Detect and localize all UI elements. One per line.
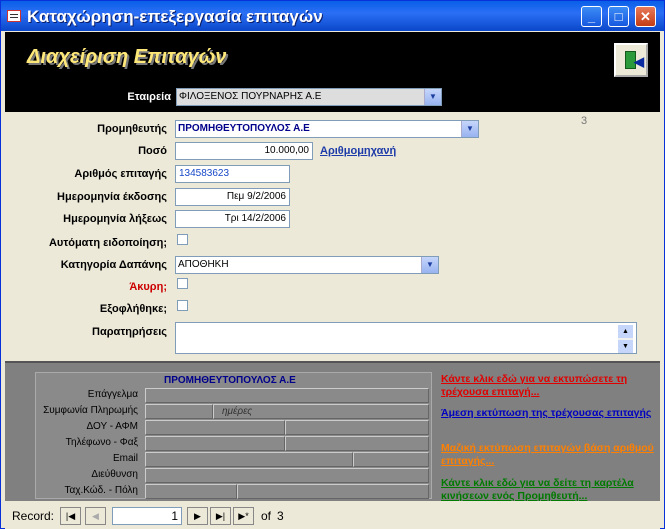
supplier-value: ΠΡΟΜΗΘΕΥΤΟΠΟΥΛΟΣ Α.Ε [178,123,310,134]
new-record-icon: ▶* [238,511,249,521]
new-record-button[interactable]: ▶* [233,507,254,525]
supplier-info-title: ΠΡΟΜΗΘΕΥΤΟΠΟΥΛΟΣ Α.Ε [164,375,296,386]
minimize-button[interactable]: _ [581,6,602,27]
previous-record-icon: ◀ [92,511,99,521]
first-record-icon: |◀ [65,511,76,521]
chevron-down-icon[interactable]: ▼ [461,121,478,137]
record-label: Record: [12,509,55,523]
record-total: 3 [277,509,284,523]
auto-notify-label: Αυτόματη ειδοποίηση; [48,237,167,249]
supplier-label: Προμηθευτής [97,123,167,135]
supplier-card-link[interactable]: Κάντε κλικ εδώ για να δείτε τη καρτέλα κ… [441,477,661,503]
info-label: Επάγγελμα [87,389,138,400]
maximize-icon: □ [614,9,623,24]
record-id: 3 [581,115,588,127]
title-bar: Καταχώρηση-επεξεργασία επιταγών _ □ ✕ [1,1,664,31]
category-select[interactable]: ΑΠΟΘΗΚΗ ▼ [175,256,439,274]
info-value-email [145,452,353,467]
minimize-icon: _ [587,9,596,24]
chevron-down-icon[interactable]: ▼ [424,89,441,105]
previous-record-button[interactable]: ◀ [85,507,106,525]
form-footer: ΠΡΟΜΗΘΕΥΤΟΠΟΥΛΟΣ Α.Ε Επάγγελμα Συμφωνία … [5,361,661,503]
scroll-up-icon[interactable]: ▲ [618,325,633,338]
info-value-profession [145,388,429,403]
app-window: Καταχώρηση-επεξεργασία επιταγών _ □ ✕ Δι… [0,0,665,529]
company-label: Εταιρεία [127,91,171,103]
info-value-afm [285,420,429,435]
info-value-postal-code [145,484,237,499]
form-header: Διαχείριση Επιταγών ◀ Εταιρεία ΦΙΛΟΞΕΝΟΣ… [5,32,660,112]
info-value-doy [145,420,285,435]
next-record-button[interactable]: ▶ [187,507,208,525]
void-label: Άκυρη; [129,281,167,293]
info-value-phone [145,436,285,451]
close-button[interactable]: ✕ [635,6,656,27]
info-row: Διεύθυνση [36,468,433,483]
info-value-address [145,468,429,483]
category-label: Κατηγορία Δαπάνης [60,259,167,271]
expiry-date-label: Ημερομηνία λήξεως [63,213,167,225]
print-current-link[interactable]: Κάντε κλικ εδώ για να εκτυπώσετε τη τρέχ… [441,373,661,399]
form-title: Διαχείριση Επιταγών [27,46,227,68]
check-number-label: Αριθμός επιταγής [74,168,167,180]
bulk-print-link[interactable]: Μαζική εκτύπωση επιταγών βάση αριθμού επ… [441,442,661,468]
company-value: ΦΙΛΟΞΕΝΟΣ ΠΟΥΡΝΑΡΗΣ Α.Ε [179,91,322,102]
info-label: Τηλέφωνο - Φαξ [65,437,138,448]
exit-arrow-icon: ◀ [634,54,644,69]
last-record-icon: ▶| [215,511,226,521]
maximize-button[interactable]: □ [608,6,629,27]
issue-date-label: Ημερομηνία έκδοσης [57,191,167,203]
info-label: Email [112,453,138,464]
info-row: Επάγγελμα [36,388,433,403]
paid-label: Εξοφλήθηκε; [99,303,167,315]
close-icon: ✕ [640,9,651,24]
void-checkbox[interactable] [177,278,188,289]
info-row: ΔΟΥ - ΑΦΜ [36,420,433,435]
notes-label: Παρατηρήσεις [92,326,167,338]
info-value-payment-days [145,404,213,419]
record-navigation-bar: Record: |◀ ◀ 1 ▶ ▶| ▶* of 3 [5,501,660,529]
info-row: Τηλέφωνο - Φαξ [36,436,433,451]
info-label: ΔΟΥ - ΑΦΜ [86,421,138,432]
notes-field[interactable]: ▲ ▼ [175,322,637,354]
expiry-date-field[interactable]: Τρι 14/2/2006 [175,210,290,228]
last-record-button[interactable]: ▶| [210,507,231,525]
info-row: Email [36,452,433,467]
notes-scrollbar[interactable]: ▲ ▼ [618,325,633,353]
auto-notify-checkbox[interactable] [177,234,188,245]
next-record-icon: ▶ [194,511,201,521]
direct-print-link[interactable]: Άμεση εκτύπωση της τρέχουσας επιταγής [441,407,661,420]
exit-button[interactable]: ◀ [614,43,648,77]
info-label: Συμφωνία Πληρωμής [43,405,138,416]
info-value-fax [285,436,429,451]
amount-field[interactable]: 10.000,00 [175,142,313,160]
info-row: Ταχ.Κώδ. - Πόλη [36,484,433,499]
issue-date-field[interactable]: Πεμ 9/2/2006 [175,188,290,206]
category-value: ΑΠΟΘΗΚΗ [178,259,229,270]
info-label: Ταχ.Κώδ. - Πόλη [64,485,138,496]
window-title: Καταχώρηση-επεξεργασία επιταγών [27,7,323,26]
paid-checkbox[interactable] [177,300,188,311]
record-of-text: of [261,509,272,523]
supplier-select[interactable]: ΠΡΟΜΗΘΕΥΤΟΠΟΥΛΟΣ Α.Ε ▼ [175,120,479,138]
info-row: Συμφωνία Πληρωμής ημέρες [36,404,433,419]
info-label: Διεύθυνση [91,469,138,480]
chevron-down-icon[interactable]: ▼ [421,257,438,273]
amount-label: Ποσό [138,145,167,157]
supplier-info-box: ΠΡΟΜΗΘΕΥΤΟΠΟΥΛΟΣ Α.Ε Επάγγελμα Συμφωνία … [35,372,432,499]
scroll-down-icon[interactable]: ▼ [618,340,633,353]
company-select[interactable]: ΦΙΛΟΞΕΝΟΣ ΠΟΥΡΝΑΡΗΣ Α.Ε ▼ [176,88,442,106]
days-text: ημέρες [213,404,429,419]
info-value-extra [353,452,429,467]
check-number-field[interactable]: 134583623 [175,165,290,183]
form-icon [7,10,21,22]
calculator-link[interactable]: Αριθμομηχανή [320,145,396,157]
info-value-city [237,484,429,499]
first-record-button[interactable]: |◀ [60,507,81,525]
current-record-field[interactable]: 1 [112,507,182,525]
